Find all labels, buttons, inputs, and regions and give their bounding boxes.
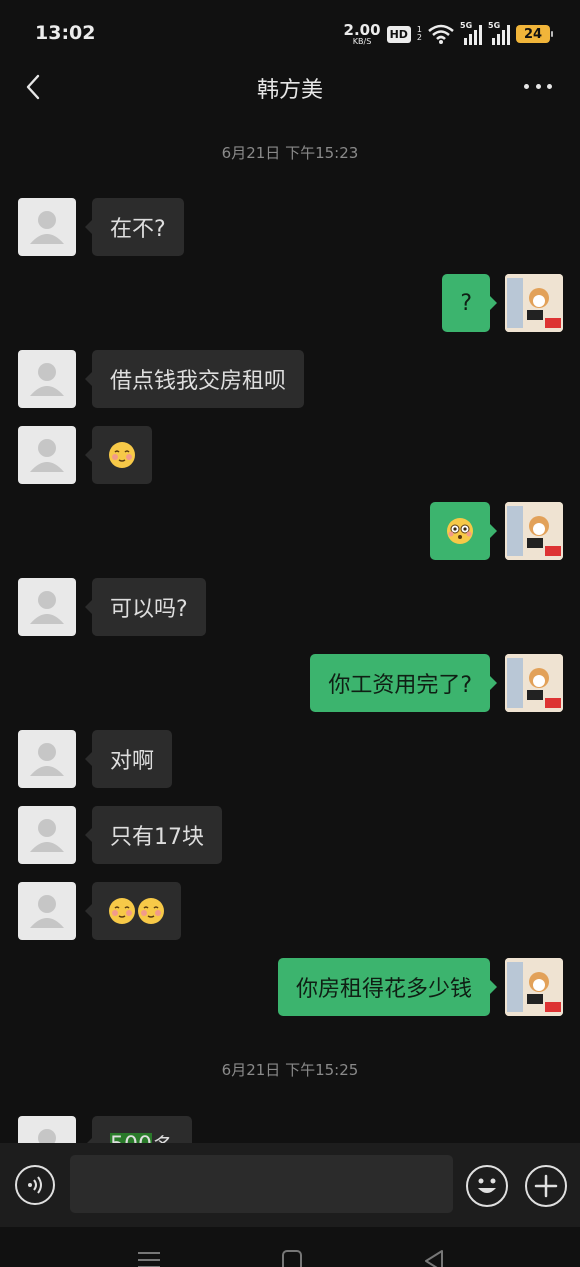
message-bubble-outgoing[interactable]: 你工资用完了? [310, 654, 497, 712]
shiba-dog-avatar-icon [505, 502, 563, 560]
menu-icon [138, 1252, 160, 1267]
more-dot-icon [535, 83, 541, 89]
battery-level: 24 [523, 26, 543, 42]
default-user-icon [30, 895, 64, 928]
message-bubble-incoming[interactable]: 只有17块 [85, 806, 222, 864]
voice-input-button[interactable] [15, 1165, 55, 1205]
input-bar [0, 1143, 580, 1227]
message-bubble-outgoing[interactable]: 你房租得花多少钱 [277, 958, 498, 1016]
sim1-network-type: 5G [460, 21, 473, 30]
default-user-icon [30, 439, 64, 472]
contact-avatar[interactable] [18, 730, 76, 788]
default-user-icon [30, 819, 64, 852]
default-user-icon [30, 363, 64, 396]
hd-voice-icon: HD [386, 25, 411, 43]
contact-avatar[interactable] [18, 882, 76, 940]
blush-emoji-icon [109, 898, 135, 924]
signal-icon-sim1: 5G [460, 21, 482, 45]
my-avatar[interactable] [505, 654, 563, 712]
blush-emoji-icon [109, 442, 135, 468]
more-functions-button[interactable] [525, 1165, 567, 1207]
network-speed-value: 2.00 [343, 20, 381, 39]
message-bubble-incoming[interactable]: 借点钱我交房租呗 [84, 350, 305, 408]
plus-icon [534, 1174, 558, 1198]
nav-menu-button[interactable] [134, 1247, 164, 1267]
status-indicators: 2.00 KB/S HD 1 2 5G 5G 24 [343, 20, 553, 48]
shiba-dog-avatar-icon [505, 958, 563, 1016]
contact-avatar[interactable] [18, 806, 76, 864]
my-avatar[interactable] [505, 958, 563, 1016]
home-square-icon [282, 1250, 302, 1267]
sim2-network-type: 5G [488, 21, 501, 30]
timestamp-separator: 6月21日 下午15:25 [221, 1061, 359, 1079]
blush-emoji-icon [138, 898, 164, 924]
message-bubble-incoming[interactable]: 可以吗? [85, 578, 206, 636]
contact-avatar[interactable] [18, 350, 76, 408]
emoji-group [108, 897, 165, 925]
more-dot-icon [524, 83, 529, 89]
message-bubble-incoming[interactable] [85, 882, 181, 940]
more-options-button[interactable] [524, 76, 552, 96]
shiba-dog-avatar-icon [505, 274, 563, 332]
network-speed: 2.00 KB/S [343, 20, 381, 46]
contact-avatar[interactable] [18, 578, 76, 636]
chat-header: 韩方美 [0, 58, 580, 116]
message-bubble-outgoing[interactable] [430, 502, 497, 560]
status-time: 13:02 [35, 22, 96, 44]
message-list[interactable]: 6月21日 下午15:23 在不? ? 借点钱我交房租呗 可以吗? 你工资用完了… [0, 116, 580, 1143]
default-user-icon [30, 743, 64, 776]
default-user-icon [38, 1129, 56, 1143]
signal-icon-sim2: 5G [488, 21, 510, 45]
battery-icon: 24 [516, 25, 553, 43]
message-input[interactable] [70, 1155, 453, 1213]
contact-avatar[interactable] [18, 426, 76, 484]
nav-back-button[interactable] [420, 1247, 450, 1267]
network-speed-unit: KB/S [352, 36, 372, 46]
voice-icon [28, 1176, 42, 1194]
timestamp-separator: 6月21日 下午15:23 [221, 144, 359, 162]
triangle-back-icon [425, 1250, 443, 1267]
more-dot-icon [547, 83, 552, 89]
message-bubble-incoming[interactable] [85, 426, 152, 484]
message-bubble-incoming[interactable]: 500多 [84, 1116, 193, 1143]
flushed-emoji-icon [447, 518, 473, 544]
system-navigation-bar [0, 1227, 580, 1267]
message-bubble-outgoing[interactable]: ? [442, 274, 497, 332]
highlighted-text: 500 [110, 1132, 152, 1143]
default-user-icon [30, 591, 64, 624]
my-avatar[interactable] [505, 274, 563, 332]
emoji-button[interactable] [466, 1165, 508, 1207]
smiley-icon [478, 1178, 496, 1193]
chat-title: 韩方美 [256, 78, 323, 103]
message-text: 多 [152, 1129, 174, 1143]
contact-avatar[interactable] [18, 198, 76, 256]
default-user-icon [30, 211, 64, 244]
wifi-icon [428, 24, 454, 44]
shiba-dog-avatar-icon [505, 654, 563, 712]
hd-sim-index: 1 2 [417, 26, 422, 42]
contact-avatar[interactable] [18, 1116, 76, 1143]
my-avatar[interactable] [505, 502, 563, 560]
nav-home-button[interactable] [277, 1247, 307, 1267]
message-bubble-incoming[interactable]: 对啊 [84, 730, 173, 788]
status-bar: 13:02 2.00 KB/S HD 1 2 5G 5G 24 [0, 0, 580, 66]
hd-sim-bottom: 2 [416, 33, 422, 42]
message-bubble-incoming[interactable]: 在不? [85, 198, 184, 256]
